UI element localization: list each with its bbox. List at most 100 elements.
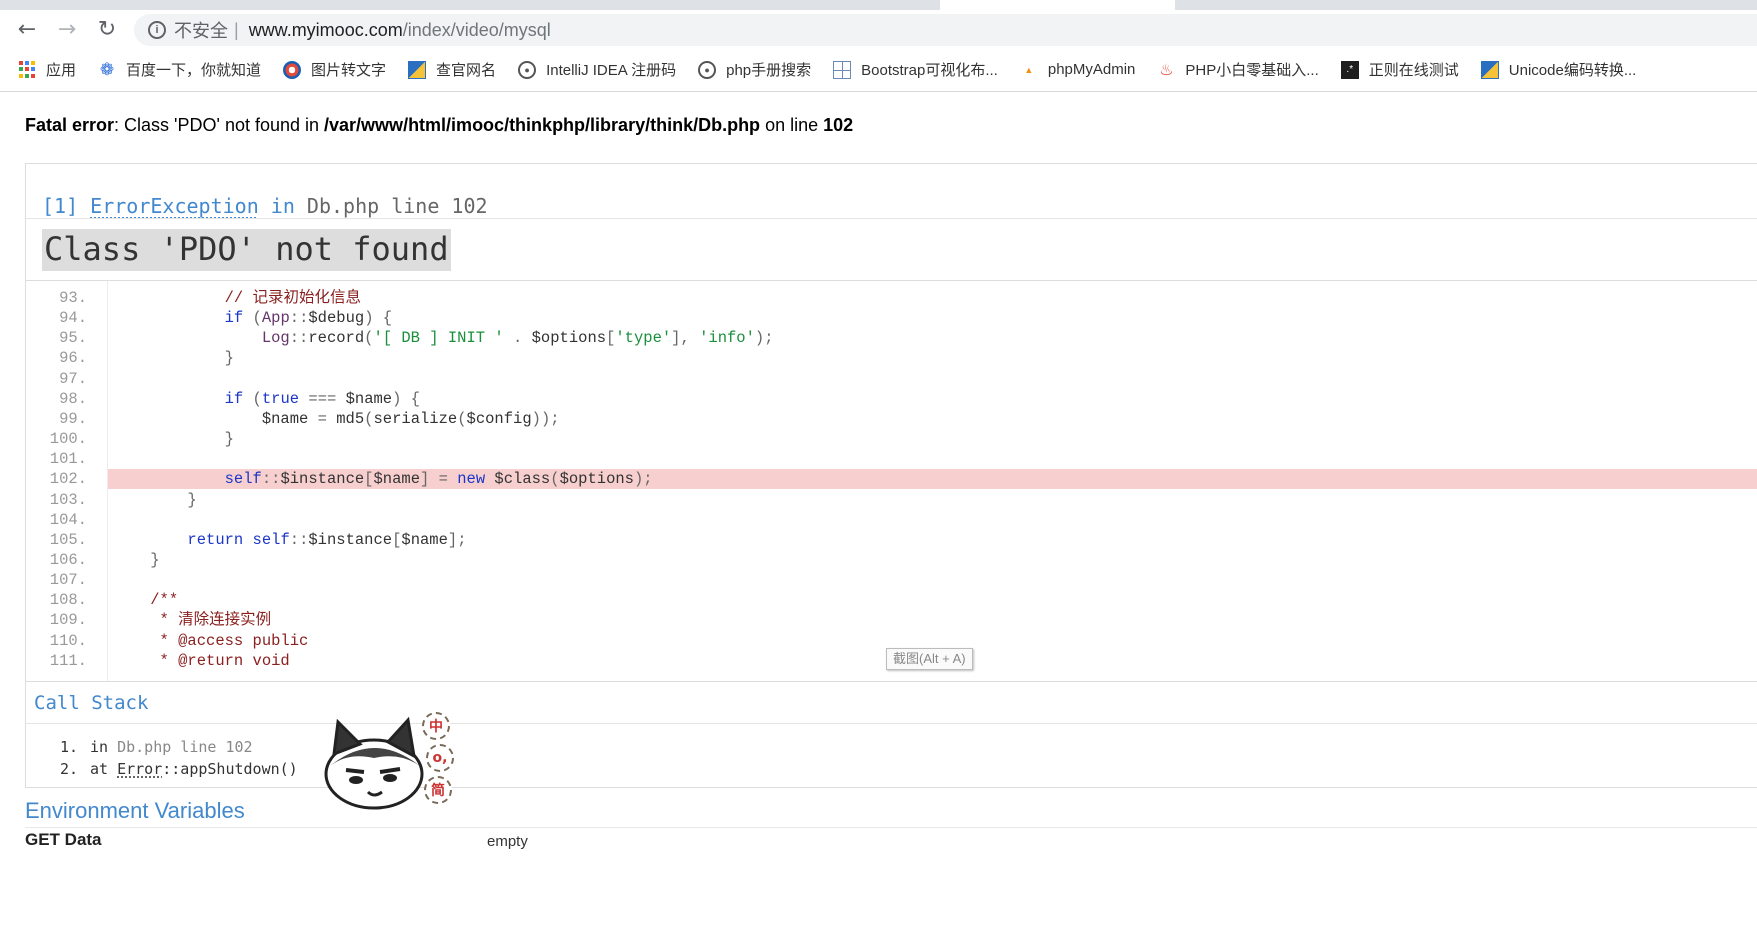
fatal-message: : Class 'PDO' not found in bbox=[114, 115, 325, 135]
ime-simplified-button[interactable]: 简 bbox=[424, 776, 452, 804]
bookmark-unicode[interactable]: Unicode编码转换... bbox=[1480, 59, 1637, 80]
bookmark-label: Bootstrap可视化布... bbox=[861, 62, 998, 79]
exception-message: Class 'PDO' not found bbox=[42, 229, 451, 271]
line-number: 103. bbox=[49, 490, 87, 509]
line-number: 105. bbox=[49, 530, 87, 549]
info-icon[interactable]: i bbox=[148, 21, 166, 39]
image-ocr-icon bbox=[283, 60, 302, 79]
code-text: * 清除连接实例 bbox=[159, 611, 272, 630]
bookmark-bootstrap[interactable]: Bootstrap可视化布... bbox=[833, 59, 998, 80]
line-number: 101. bbox=[49, 450, 87, 469]
line-number: 95. bbox=[59, 329, 87, 348]
line-number: 94. bbox=[59, 309, 87, 328]
phpmyadmin-icon: ▲ bbox=[1024, 64, 1034, 75]
code-text: // 记录初始化信息 bbox=[224, 289, 362, 307]
bookmark-php-manual[interactable]: ● php手册搜索 bbox=[698, 59, 811, 80]
line-number: 106. bbox=[49, 550, 87, 569]
code-line: 105. return self::$instance[$name]; bbox=[26, 530, 1757, 550]
call-stack-item: 1. in Db.php line 102 bbox=[60, 736, 298, 758]
fatal-file: /var/www/html/imooc/thinkphp/library/thi… bbox=[324, 115, 761, 135]
bookmark-official-names[interactable]: 查官网名 bbox=[408, 59, 496, 80]
code-text: self::$instance[$name] = new $class($opt… bbox=[224, 470, 653, 489]
bookmark-label: 查官网名 bbox=[436, 62, 497, 79]
line-number: 108. bbox=[49, 591, 87, 610]
exception-class-link[interactable]: ErrorException bbox=[90, 194, 259, 218]
call-stack-class: Error bbox=[117, 760, 163, 778]
baidu-paw-icon: ❁ bbox=[99, 59, 115, 79]
code-line: 101. bbox=[26, 449, 1757, 469]
bookmark-php-beginner[interactable]: ♨ PHP小白零基础入... bbox=[1157, 59, 1319, 80]
address-bar[interactable]: i 不安全 | www.myimooc.com /index/video/mys… bbox=[134, 14, 1757, 46]
code-line: 98. if (true === $name) { bbox=[26, 389, 1757, 409]
bookmark-intellij[interactable]: ● IntelliJ IDEA 注册码 bbox=[518, 59, 676, 80]
tab-strip bbox=[0, 0, 1757, 10]
line-number: 111. bbox=[49, 651, 87, 670]
code-text: $name = md5(serialize($config)); bbox=[113, 409, 560, 428]
forward-arrow-icon[interactable]: → bbox=[47, 13, 87, 45]
reload-icon[interactable]: ↻ bbox=[87, 13, 127, 45]
url-host: www.myimooc.com bbox=[248, 19, 403, 40]
call-stack-method: ::appShutdown() bbox=[162, 760, 298, 778]
code-line: 94. if (App::$debug) { bbox=[26, 308, 1757, 328]
active-tab[interactable] bbox=[940, 0, 1175, 10]
code-line: 96. } bbox=[26, 348, 1757, 368]
exception-location: Db.php line 102 bbox=[306, 194, 488, 218]
code-text: if (App::$debug) { bbox=[224, 309, 393, 328]
security-label: 不安全 bbox=[174, 21, 228, 41]
fatal-on-line: on line bbox=[760, 115, 824, 135]
environment-variables-title: Environment Variables bbox=[25, 798, 245, 823]
line-number: 100. bbox=[49, 430, 87, 449]
ime-chinese-button[interactable]: 中 bbox=[422, 712, 450, 740]
browser-toolbar: ← → ↻ i 不安全 | www.myimooc.com /index/vid… bbox=[0, 10, 1757, 48]
error-page: Fatal error: Class 'PDO' not found in /v… bbox=[0, 93, 1757, 951]
screenshot-tooltip: 截图(Alt + A) bbox=[886, 648, 973, 670]
globe-icon: ● bbox=[518, 60, 537, 79]
line-number: 109. bbox=[49, 611, 87, 630]
regex-icon: .* bbox=[1340, 60, 1359, 79]
code-text: * @return void bbox=[159, 651, 290, 670]
call-stack-title: Call Stack bbox=[34, 692, 149, 714]
bookmark-regex-test[interactable]: .* 正则在线测试 bbox=[1340, 59, 1459, 80]
code-line: 104. bbox=[26, 510, 1757, 530]
flame-icon: ♨ bbox=[1159, 61, 1174, 79]
code-line: 97. bbox=[26, 369, 1757, 389]
bookmark-image-to-text[interactable]: 图片转文字 bbox=[283, 59, 386, 80]
code-line: 95. Log::record('[ DB ] INIT ' . $option… bbox=[26, 328, 1757, 348]
bookmarks-bar: 应用 ❁ 百度一下，你就知道 图片转文字 查官网名 ● IntelliJ IDE… bbox=[0, 48, 1757, 92]
ime-mascot[interactable]: 中 o, 简 bbox=[316, 712, 466, 834]
back-arrow-icon[interactable]: ← bbox=[7, 13, 47, 45]
fatal-line-number: 102 bbox=[823, 115, 854, 135]
bookmark-label: Unicode编码转换... bbox=[1508, 62, 1637, 79]
url-path: /index/video/mysql bbox=[402, 19, 551, 40]
code-text: } bbox=[150, 550, 160, 569]
source-code-block: 93. // 记录初始化信息 94. if (App::$debug) {95. … bbox=[26, 280, 1757, 682]
line-number: 107. bbox=[49, 571, 87, 590]
line-number: 96. bbox=[59, 349, 87, 368]
code-line: 100. } bbox=[26, 429, 1757, 449]
bookmark-baidu[interactable]: ❁ 百度一下，你就知道 bbox=[98, 59, 261, 80]
call-stack-prefix: in bbox=[90, 738, 118, 756]
fatal-error-line: Fatal error: Class 'PDO' not found in /v… bbox=[25, 115, 853, 136]
call-stack-item: 2. at Error::appShutdown() bbox=[60, 758, 298, 780]
code-line: 107. bbox=[26, 570, 1757, 590]
line-number: 102. bbox=[49, 470, 87, 489]
ime-punctuation-button[interactable]: o, bbox=[426, 744, 454, 772]
bookmark-label: 图片转文字 bbox=[311, 62, 387, 79]
get-data-value: empty bbox=[487, 833, 528, 850]
divider bbox=[26, 723, 1757, 724]
bookmark-label: 正则在线测试 bbox=[1368, 62, 1459, 79]
exception-title: [1] ErrorException in Db.php line 102 bbox=[42, 194, 488, 218]
globe-icon: ● bbox=[698, 60, 717, 79]
code-text: return self::$instance[$name]; bbox=[187, 530, 467, 549]
bookmark-phpmyadmin[interactable]: ▲ phpMyAdmin bbox=[1020, 61, 1136, 79]
book-icon bbox=[1480, 60, 1499, 79]
exception-index: [1] bbox=[42, 194, 79, 218]
code-line: 99. $name = md5(serialize($config)); bbox=[26, 409, 1757, 429]
book-icon bbox=[408, 60, 427, 79]
code-line: 106. } bbox=[26, 550, 1757, 570]
bookmark-label: phpMyAdmin bbox=[1047, 61, 1136, 78]
call-stack-prefix: at bbox=[90, 760, 118, 778]
bookmark-apps[interactable]: 应用 bbox=[18, 59, 76, 80]
bookmark-label: IntelliJ IDEA 注册码 bbox=[546, 62, 677, 79]
code-line: 103. } bbox=[26, 490, 1757, 510]
